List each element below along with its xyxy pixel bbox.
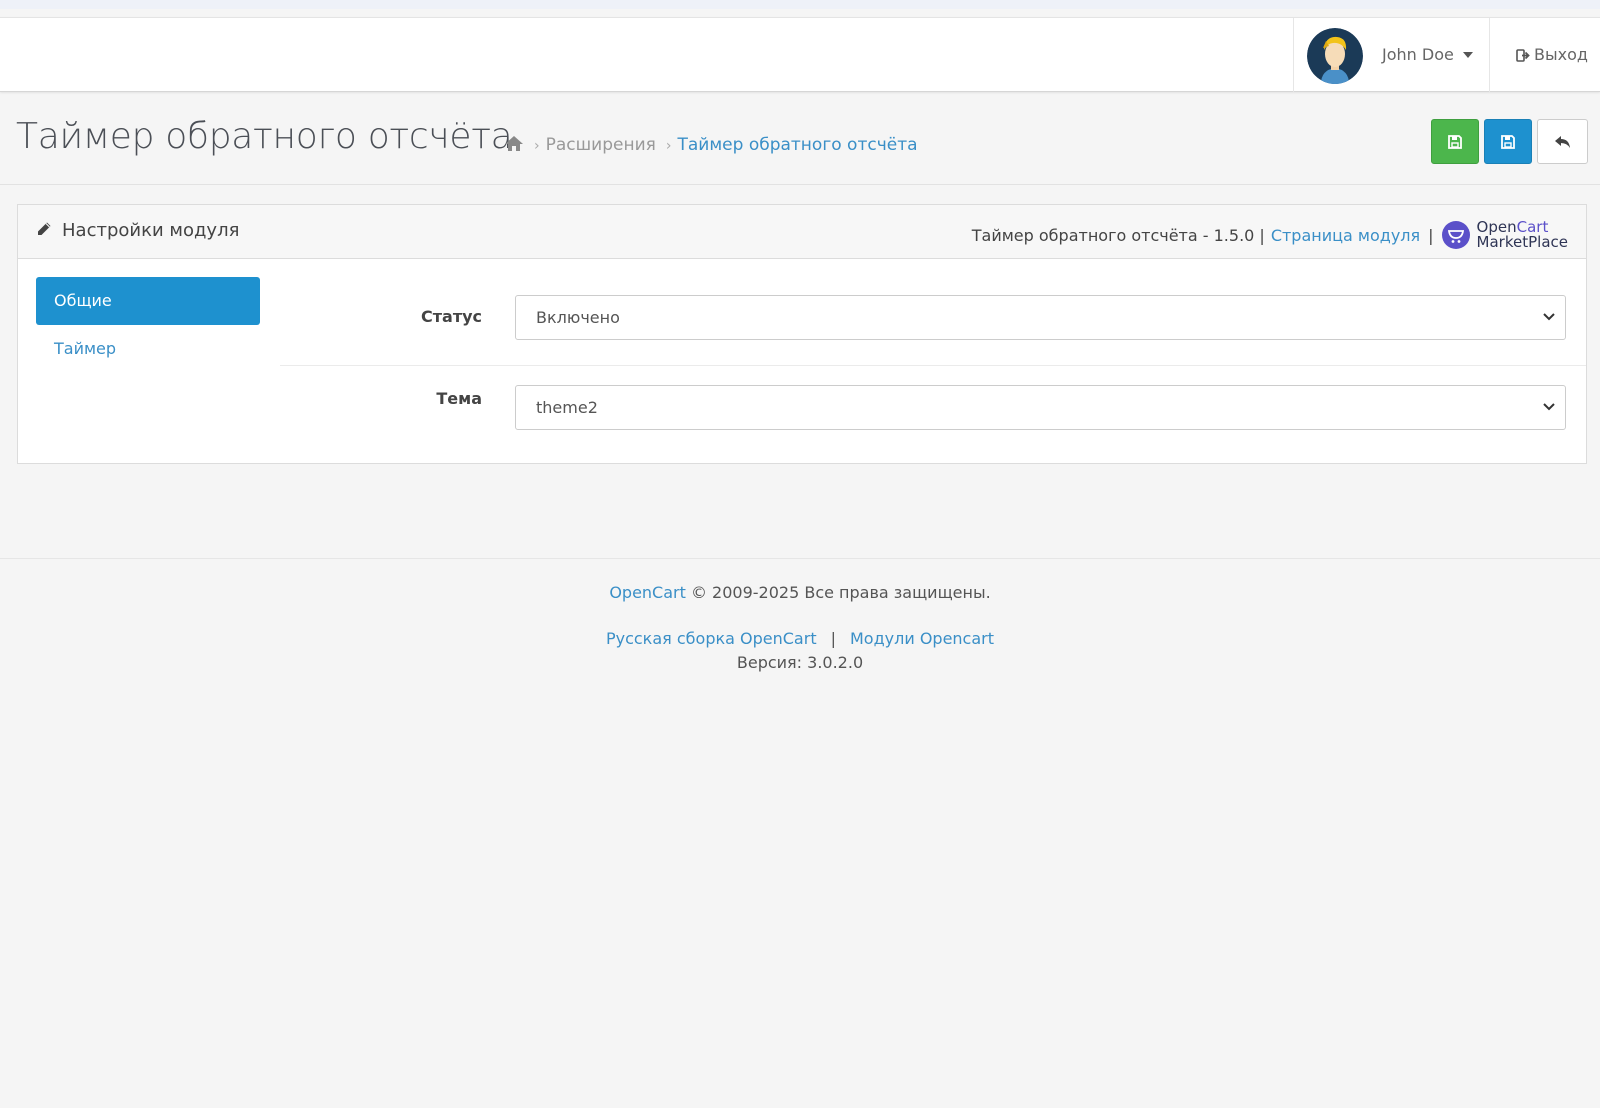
russian-build-link[interactable]: Русская сборка OpenCart bbox=[606, 629, 817, 648]
footer-divider bbox=[0, 558, 1600, 559]
top-header: John Doe Выход bbox=[0, 17, 1600, 92]
tab-timer[interactable]: Таймер bbox=[36, 325, 260, 373]
logout-label[interactable]: Выход bbox=[1534, 45, 1588, 64]
user-name[interactable]: John Doe bbox=[1382, 45, 1454, 64]
settings-panel: Настройки модуля Таймер обратного отсчёт… bbox=[17, 204, 1587, 464]
opencart-marketplace-logo[interactable]: OpenCart MarketPlace bbox=[1441, 220, 1568, 250]
save-icon bbox=[1448, 134, 1462, 149]
chevron-down-icon[interactable] bbox=[1463, 52, 1473, 58]
logout-link[interactable]: Выход bbox=[1516, 45, 1588, 64]
chevron-down-icon bbox=[1543, 403, 1555, 411]
breadcrumb-current[interactable]: Таймер обратного отсчёта bbox=[677, 135, 917, 155]
bottom-strip bbox=[0, 1108, 1600, 1112]
logo-text: OpenCart MarketPlace bbox=[1477, 220, 1568, 250]
save-stay-button[interactable] bbox=[1431, 119, 1479, 164]
panel-title: Настройки модуля bbox=[36, 220, 239, 241]
theme-label: Тема bbox=[436, 389, 482, 408]
divider bbox=[0, 184, 1600, 185]
chevron-down-icon bbox=[1543, 313, 1555, 321]
status-select[interactable]: Включено bbox=[515, 295, 1566, 340]
panel-heading: Настройки модуля Таймер обратного отсчёт… bbox=[18, 205, 1586, 259]
footer: OpenCart © 2009-2025 Все права защищены.… bbox=[0, 583, 1600, 672]
module-version: Таймер обратного отсчёта - 1.5.0 | bbox=[971, 225, 1265, 245]
theme-select-value: theme2 bbox=[536, 398, 598, 417]
save-button[interactable] bbox=[1484, 119, 1532, 164]
footer-links: Русская сборка OpenCart | Модули Opencart bbox=[0, 629, 1600, 651]
breadcrumb-separator: › bbox=[665, 138, 672, 154]
avatar[interactable] bbox=[1307, 28, 1363, 84]
footer-copyright-line: OpenCart © 2009-2025 Все права защищены. bbox=[0, 583, 1600, 605]
copyright-text: © 2009-2025 Все права защищены. bbox=[690, 583, 991, 602]
panel-title-text: Настройки модуля bbox=[62, 220, 240, 241]
top-strip bbox=[0, 0, 1600, 9]
separator: | bbox=[1428, 225, 1434, 245]
cart-logo-icon bbox=[1441, 221, 1470, 249]
status-select-value: Включено bbox=[536, 308, 620, 327]
home-icon[interactable] bbox=[504, 135, 524, 152]
user-menu[interactable]: John Doe bbox=[1293, 18, 1490, 92]
sign-out-icon bbox=[1516, 49, 1530, 62]
module-info: Таймер обратного отсчёта - 1.5.0 | Стран… bbox=[972, 220, 1568, 250]
breadcrumb-extensions[interactable]: Расширения bbox=[546, 135, 656, 155]
theme-select[interactable]: theme2 bbox=[515, 385, 1566, 430]
tab-general[interactable]: Общие bbox=[36, 277, 260, 325]
status-label: Статус bbox=[421, 307, 482, 326]
logo-text-marketplace: MarketPlace bbox=[1476, 233, 1568, 251]
save-icon bbox=[1501, 134, 1515, 149]
version-text: Версия: 3.0.2.0 bbox=[736, 653, 864, 672]
settings-tabs: Общие Таймер bbox=[36, 277, 261, 373]
pencil-icon bbox=[38, 222, 51, 235]
status-row: Статус Включено bbox=[280, 277, 1586, 366]
breadcrumb: › Расширения › Таймер обратного отсчёта bbox=[504, 135, 918, 155]
modules-link[interactable]: Модули Opencart bbox=[850, 629, 994, 648]
theme-row: Тема theme2 bbox=[280, 361, 1586, 451]
module-page-link[interactable]: Страница модуля bbox=[1271, 226, 1420, 245]
reply-icon bbox=[1554, 135, 1570, 148]
page-title: Таймер обратного отсчёта bbox=[16, 116, 513, 157]
footer-separator: | bbox=[830, 629, 836, 648]
opencart-link[interactable]: OpenCart bbox=[609, 583, 686, 602]
breadcrumb-separator: › bbox=[534, 138, 540, 154]
back-button[interactable] bbox=[1537, 119, 1588, 164]
